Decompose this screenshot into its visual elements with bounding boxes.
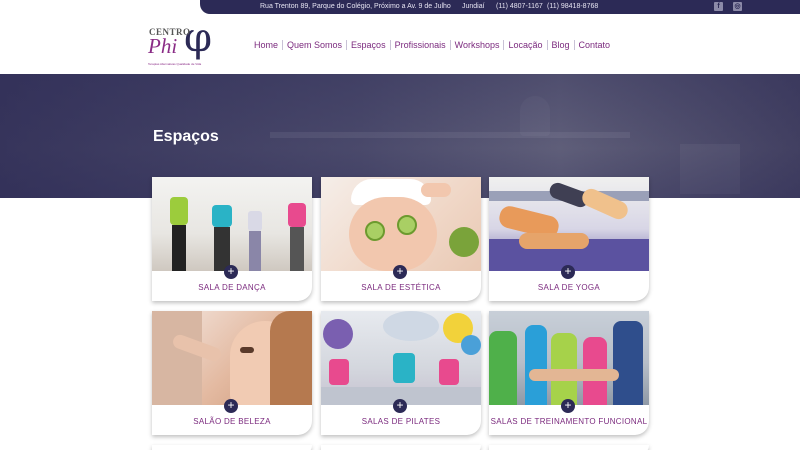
card-label[interactable]: SALA DE YOGA xyxy=(489,283,649,293)
card-label[interactable]: SALA DE ESTÉTICA xyxy=(321,283,481,293)
plus-icon[interactable]: + xyxy=(224,399,238,413)
space-card-partial[interactable] xyxy=(489,445,649,450)
card-label[interactable]: SALÃO DE BELEZA xyxy=(152,417,312,427)
hero-background-furniture xyxy=(680,144,740,194)
facebook-icon[interactable]: f xyxy=(714,2,723,11)
nav-item-profissionais[interactable]: Profissionais xyxy=(389,40,450,50)
top-info-bar: Rua Trenton 89, Parque do Colégio, Próxi… xyxy=(200,0,800,14)
site-header: φ CENTRO Phi Terapias Alternativas Quali… xyxy=(0,14,800,74)
nav-item-quem-somos[interactable]: Quem Somos xyxy=(282,40,346,50)
space-card-partial[interactable] xyxy=(152,445,312,450)
phi-symbol: φ xyxy=(184,15,213,61)
card-label[interactable]: SALA DE DANÇA xyxy=(152,283,312,293)
pilates-class-photo xyxy=(321,311,481,405)
functional-training-photo xyxy=(489,311,649,405)
main-nav: Home Quem Somos Espaços Profissionais Wo… xyxy=(254,38,614,52)
logo-phi-text: Phi xyxy=(148,34,178,58)
logo-tagline: Terapias Alternativas Qualidade de Vida xyxy=(148,62,202,66)
plus-icon[interactable]: + xyxy=(561,265,575,279)
space-card-partial[interactable] xyxy=(321,445,481,450)
hero-background-shelf xyxy=(270,132,630,138)
logo[interactable]: φ CENTRO Phi Terapias Alternativas Quali… xyxy=(146,16,226,68)
dance-class-photo xyxy=(152,177,312,271)
hero-background-statue xyxy=(520,96,550,136)
plus-icon[interactable]: + xyxy=(561,399,575,413)
makeup-photo xyxy=(152,311,312,405)
facial-treatment-photo xyxy=(321,177,481,271)
nav-item-workshops[interactable]: Workshops xyxy=(449,40,504,50)
nav-item-contato[interactable]: Contato xyxy=(573,40,615,50)
instagram-icon[interactable]: ◎ xyxy=(733,2,742,11)
space-card-funcional[interactable]: + SALAS DE TREINAMENTO FUNCIONAL xyxy=(489,311,649,435)
page-title: Espaços xyxy=(153,128,219,145)
nav-item-blog[interactable]: Blog xyxy=(546,40,574,50)
nav-item-locacao[interactable]: Locação xyxy=(503,40,546,50)
nav-item-home[interactable]: Home xyxy=(254,40,282,50)
card-label[interactable]: SALAS DE TREINAMENTO FUNCIONAL xyxy=(489,417,649,427)
card-label[interactable]: SALAS DE PILATES xyxy=(321,417,481,427)
space-card-pilates[interactable]: + SALAS DE PILATES xyxy=(321,311,481,435)
phone-link-1[interactable]: (11) 4807-1167 xyxy=(496,0,543,14)
yoga-class-photo xyxy=(489,177,649,271)
space-card-estetica[interactable]: + SALA DE ESTÉTICA xyxy=(321,177,481,301)
space-card-danca[interactable]: + SALA DE DANÇA xyxy=(152,177,312,301)
plus-icon[interactable]: + xyxy=(393,265,407,279)
city-text: Jundiaí xyxy=(462,3,485,10)
space-card-beleza[interactable]: + SALÃO DE BELEZA xyxy=(152,311,312,435)
address-text: Rua Trenton 89, Parque do Colégio, Próxi… xyxy=(260,3,451,10)
space-card-yoga[interactable]: + SALA DE YOGA xyxy=(489,177,649,301)
plus-icon[interactable]: + xyxy=(393,399,407,413)
phone-link-2[interactable]: (11) 98418-8768 xyxy=(547,0,598,14)
plus-icon[interactable]: + xyxy=(224,265,238,279)
nav-item-espacos[interactable]: Espaços xyxy=(346,40,390,50)
